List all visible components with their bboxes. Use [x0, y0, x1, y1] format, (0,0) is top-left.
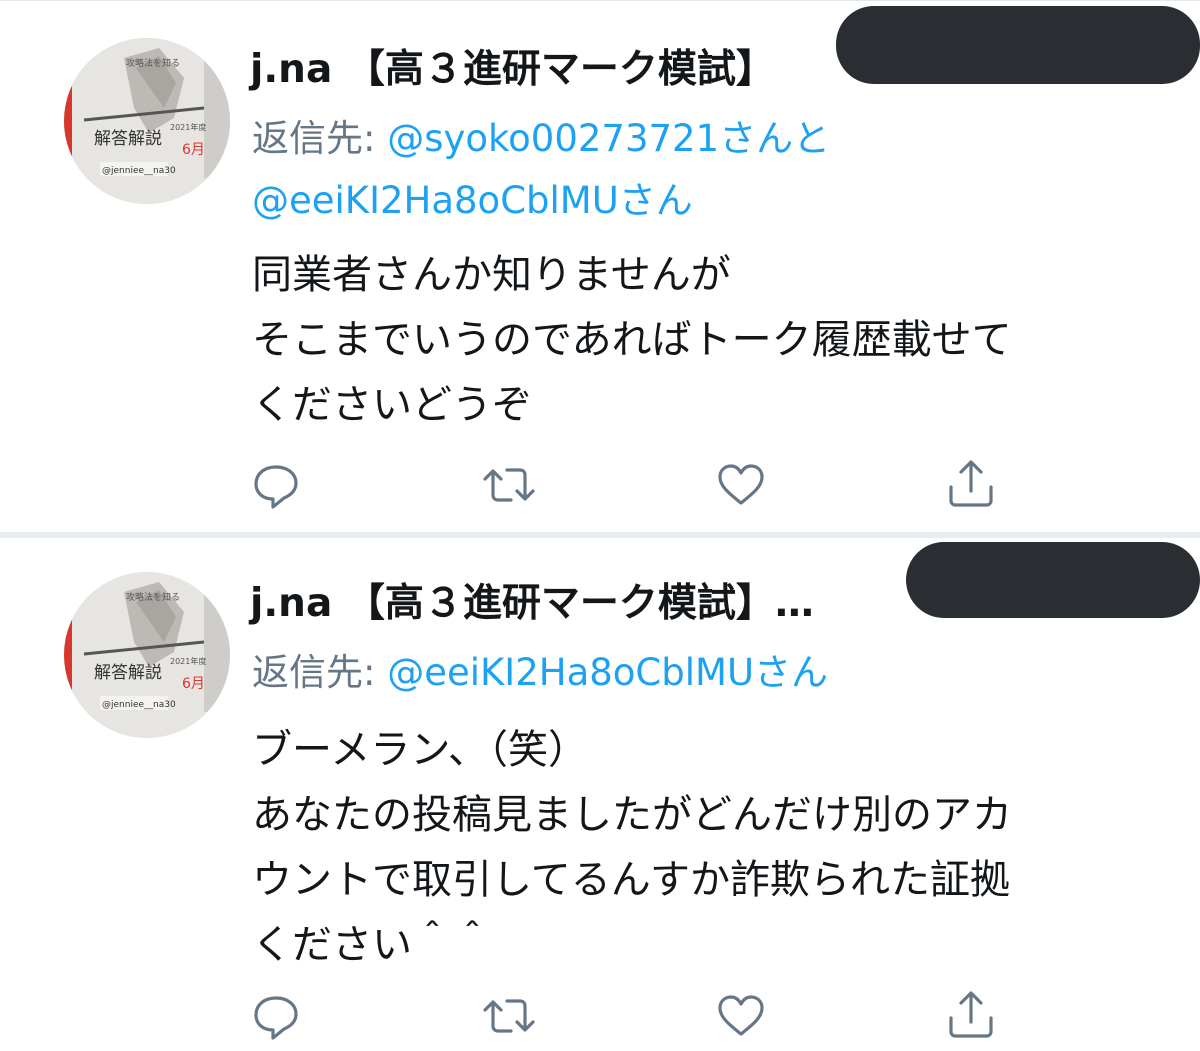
mention-link[interactable]: @eeiKI2Ha8oCblMUさん [252, 179, 693, 222]
share-button[interactable] [941, 455, 1001, 515]
avatar-image: 攻略法を知る 解答解説 2021年度 6月 @jenniee__na30 [64, 572, 230, 738]
avatar-image: 攻略法を知る 解答解説 2021年度 6月 @jenniee__na30 [64, 38, 230, 204]
retweet-button[interactable] [479, 455, 539, 515]
tweet-text-line: ください＾＾ [252, 922, 492, 968]
avatar-month-text: 6月 [182, 676, 205, 692]
tweet-actions [0, 455, 1200, 515]
avatar-handle-tag: @jenniee__na30 [102, 700, 176, 710]
reply-icon [254, 465, 298, 509]
share-icon [949, 460, 993, 507]
heart-icon [718, 464, 764, 505]
avatar[interactable]: 攻略法を知る 解答解説 2021年度 6月 @jenniee__na30 [64, 38, 230, 204]
reply-context: 返信先: @eeiKI2Ha8oCblMUさん [252, 642, 828, 696]
display-name[interactable]: j.na 【高３進研マーク模試】 [250, 38, 775, 94]
reply-button[interactable] [246, 986, 306, 1046]
mention-link[interactable]: @eeiKI2Ha8oCblMUさん [387, 651, 828, 694]
avatar-side-text: 2021年度 [170, 122, 206, 132]
reply-prefix: 返信先: [252, 117, 388, 160]
redaction-block [836, 6, 1200, 84]
avatar-cover-text: 解答解説 [94, 129, 162, 149]
divider [0, 0, 1200, 1]
tweet-text-line: くださいどうぞ [252, 382, 532, 428]
reply-button[interactable] [246, 455, 306, 515]
display-name[interactable]: j.na 【高３進研マーク模試】… [250, 572, 814, 628]
reply-context-line-2: @eeiKI2Ha8oCblMUさん [252, 170, 693, 224]
avatar-small-text: 攻略法を知る [126, 591, 180, 603]
reply-icon [254, 996, 298, 1040]
tweet-text-line: あなたの投稿見ましたがどんだけ別のアカ [252, 792, 1012, 838]
share-icon [949, 991, 993, 1038]
avatar-small-text: 攻略法を知る [126, 57, 180, 69]
avatar-handle-tag: @jenniee__na30 [102, 166, 176, 176]
mention-link[interactable]: @syoko00273721さんと [387, 117, 830, 160]
tweet-text: ブーメラン、（笑） あなたの投稿見ましたがどんだけ別のアカ ウントで取引してるん… [252, 718, 1012, 978]
tweet[interactable]: 攻略法を知る 解答解説 2021年度 6月 @jenniee__na30 j.n… [0, 0, 1200, 532]
avatar-cover-text: 解答解説 [94, 663, 162, 683]
share-button[interactable] [941, 986, 1001, 1046]
avatar[interactable]: 攻略法を知る 解答解説 2021年度 6月 @jenniee__na30 [64, 572, 230, 738]
avatar-month-text: 6月 [182, 142, 205, 158]
like-button[interactable] [711, 986, 771, 1046]
tweet[interactable]: 攻略法を知る 解答解説 2021年度 6月 @jenniee__na30 j.n… [0, 538, 1200, 1051]
retweet-icon [483, 468, 535, 502]
tweet-text-line: ウントで取引してるんすか詐欺られた証拠 [252, 857, 1010, 903]
reply-prefix: 返信先: [252, 651, 388, 694]
tweet-text: 同業者さんか知りませんが そこまでいうのであればトーク履歴載せて くださいどうぞ [252, 243, 1012, 438]
tweet-text-line: ブーメラン、（笑） [252, 727, 588, 773]
reply-context: 返信先: @syoko00273721さんと [252, 108, 830, 162]
avatar-side-text: 2021年度 [170, 656, 206, 666]
redaction-block [906, 542, 1200, 618]
retweet-button[interactable] [479, 986, 539, 1046]
tweet-actions [0, 986, 1200, 1046]
tweet-text-line: 同業者さんか知りませんが [252, 252, 731, 298]
like-button[interactable] [711, 455, 771, 515]
retweet-icon [483, 999, 535, 1033]
tweet-text-line: そこまでいうのであればトーク履歴載せて [252, 317, 1012, 363]
heart-icon [718, 995, 764, 1036]
